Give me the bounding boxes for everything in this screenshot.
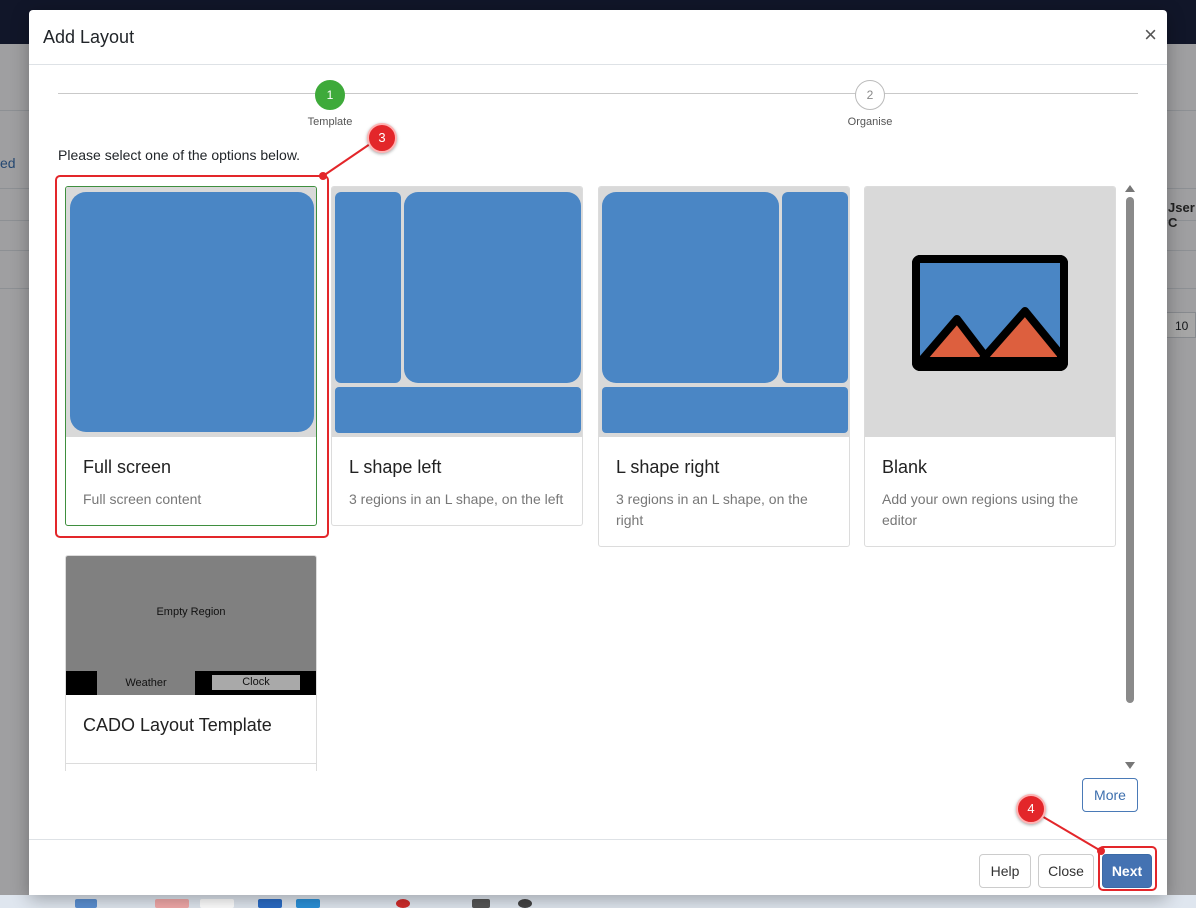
annotation-pointer-dot xyxy=(1097,847,1105,855)
annotation-badge-4: 4 xyxy=(1016,794,1046,824)
annotation-highlight-next xyxy=(1098,846,1157,891)
annotation-badge-3: 3 xyxy=(367,123,397,153)
annotation-lines xyxy=(322,143,1102,852)
annotation-pointer-dot xyxy=(319,172,327,180)
